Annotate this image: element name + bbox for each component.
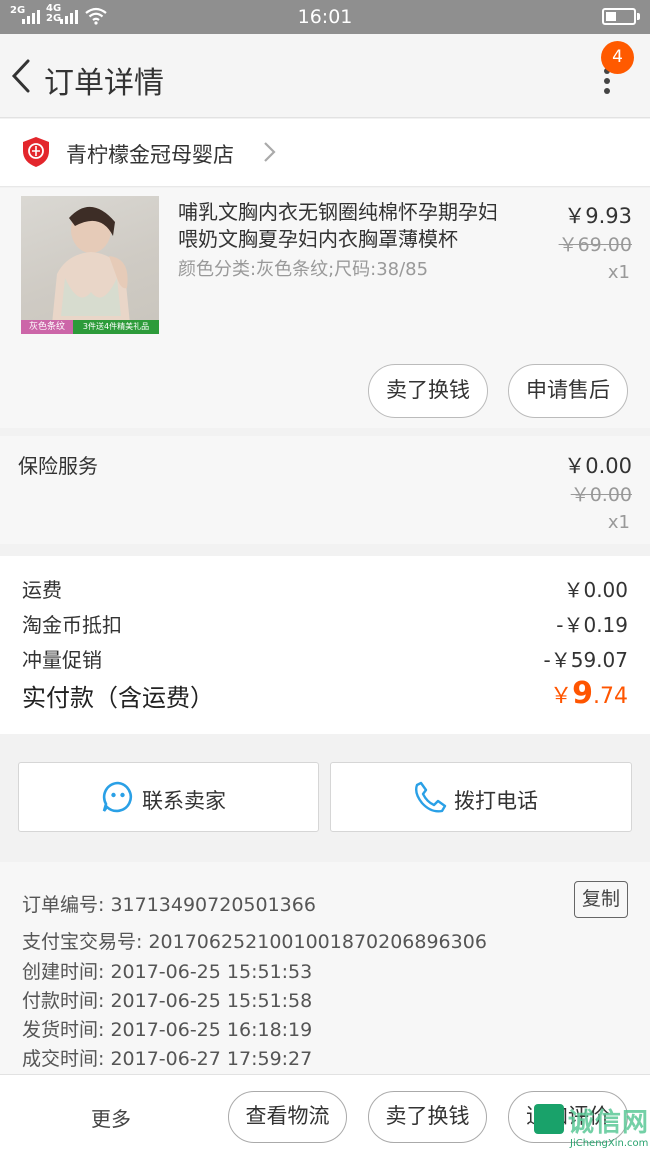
chevron-right-icon: [264, 142, 276, 162]
battery-icon: [602, 8, 640, 25]
completed-time: 成交时间: 2017-06-27 17:59:27: [22, 1048, 313, 1070]
fee-row-coin-deduction: 淘金币抵扣 -￥0.19: [22, 609, 628, 639]
thumbnail-tag: 3件送4件精美礼品: [73, 320, 159, 334]
fee-row-promotion: 冲量促销 -￥59.07: [22, 644, 628, 674]
order-item[interactable]: 灰色条纹 3件送4件精美礼品 哺乳文胸内衣无钢圈纯棉怀孕期孕妇喂奶文胸夏孕妇内衣…: [0, 188, 650, 428]
order-info: 订单编号: 317134907205013​66 复制 支付宝交易号: 2017…: [0, 862, 650, 1074]
insurance-label: 保险服务: [18, 454, 98, 478]
contact-seller-label: 联系卖家: [142, 789, 226, 813]
total-paid-value: ￥9.74: [550, 676, 628, 711]
more-actions-link[interactable]: 更多: [91, 1103, 131, 1132]
paid-time: 付款时间: 2017-06-25 15:51:58: [22, 990, 313, 1012]
nav-header: 订单详情: [0, 34, 650, 118]
product-title[interactable]: 哺乳文胸内衣无钢圈纯棉怀孕期孕妇喂奶文胸夏孕妇内衣胸罩薄模杯: [178, 199, 508, 253]
contact-seller-button[interactable]: 联系卖家: [18, 762, 319, 832]
page-title: 订单详情: [44, 66, 164, 101]
enterprise-shield-icon: [23, 137, 49, 167]
sell-for-cash-button[interactable]: 卖了换钱: [368, 1091, 487, 1143]
total-currency: ￥: [550, 684, 573, 709]
fee-label: 冲量促销: [22, 648, 102, 672]
total-decimal: .74: [593, 684, 628, 709]
alipay-trade-number: 支付宝交易号: 2017062521001001870206896306: [22, 931, 487, 953]
product-sku: 颜色分类:灰色条纹;尺码:38/85: [178, 259, 429, 280]
chat-face-icon: [102, 781, 133, 813]
total-integer: 9: [572, 676, 593, 711]
watermark-logo-icon: [534, 1104, 564, 1134]
shop-row[interactable]: 青柠檬金冠母婴店: [0, 119, 650, 187]
call-phone-label: 拨打电话: [454, 789, 538, 813]
product-original-price: ￥69.00: [558, 234, 632, 256]
status-bar: 2G 4G 2G 16:01: [0, 0, 650, 34]
fee-label: 淘金币抵扣: [22, 613, 122, 637]
clock: 16:01: [297, 6, 353, 28]
total-paid-label: 实付款（含运费）: [22, 684, 214, 712]
insurance-price: ￥0.00: [564, 454, 632, 478]
fee-value: ￥0.00: [563, 578, 628, 602]
created-time: 创建时间: 2017-06-25 15:51:53: [22, 961, 313, 983]
phone-icon: [414, 781, 447, 813]
watermark-url: JiChengXin.com: [570, 1138, 649, 1149]
copy-button[interactable]: 复制: [574, 881, 628, 918]
shop-name[interactable]: 青柠檬金冠母婴店: [66, 139, 234, 169]
fee-row-shipping: 运费 ￥0.00: [22, 574, 628, 604]
back-arrow-icon[interactable]: [8, 58, 36, 94]
product-price: ￥9.93: [564, 204, 632, 228]
insurance-original-price: ￥0.00: [570, 484, 632, 506]
shipped-time: 发货时间: 2017-06-25 16:18:19: [22, 1019, 313, 1041]
call-phone-button[interactable]: 拨打电话: [330, 762, 632, 832]
thumbnail-tag: 灰色条纹: [21, 320, 73, 334]
after-sale-button[interactable]: 申请售后: [508, 364, 628, 418]
view-logistics-button[interactable]: 查看物流: [228, 1091, 347, 1143]
product-thumbnail[interactable]: 灰色条纹 3件送4件精美礼品: [21, 196, 159, 334]
insurance-row: 保险服务 ￥0.00 ￥0.00 x1: [0, 436, 650, 544]
notification-badge: 4: [601, 41, 634, 74]
fee-summary: 运费 ￥0.00 淘金币抵扣 -￥0.19 冲量促销 -￥59.07 实付款（含…: [0, 556, 650, 734]
fee-value: -￥59.07: [543, 648, 628, 672]
fee-label: 运费: [22, 578, 62, 602]
sell-for-cash-button[interactable]: 卖了换钱: [368, 364, 488, 418]
site-watermark: 诚信网 JiChengXin.com: [534, 1102, 650, 1155]
insurance-quantity: x1: [607, 512, 630, 533]
order-number: 订单编号: 317134907205013​66: [22, 894, 316, 916]
product-quantity: x1: [607, 262, 630, 283]
fee-value: -￥0.19: [556, 613, 628, 637]
watermark-text: 诚信网: [568, 1108, 650, 1138]
